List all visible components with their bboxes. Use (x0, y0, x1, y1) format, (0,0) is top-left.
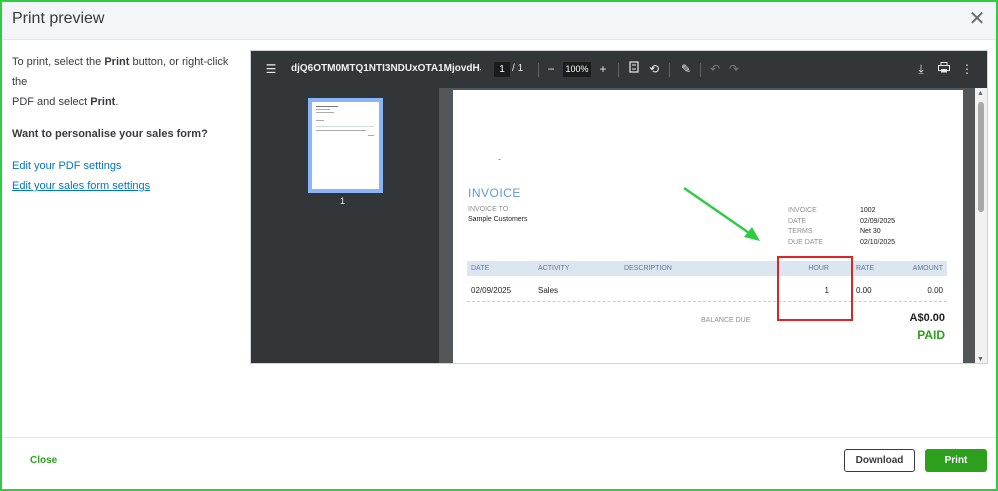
instruction-text: To print, select the (12, 56, 105, 68)
page-separator: / (512, 63, 515, 74)
scrollbar-thumb[interactable] (978, 102, 984, 212)
download-icon[interactable]: ⤓ (914, 61, 928, 77)
column-header-date: DATE (471, 265, 490, 272)
meta-row: DATE 02/09/2025 (788, 217, 895, 228)
rotate-icon[interactable]: ⟲ (647, 61, 661, 77)
pdf-filename: djQ6OTM0MTQ1NTI3NDUxOTA1MjovdHJhbn... (291, 63, 481, 74)
cell-rate: 0.00 (856, 286, 872, 295)
total-pages: 1 (517, 63, 524, 74)
print-icon[interactable] (936, 61, 952, 77)
column-header-activity: ACTIVITY (538, 265, 570, 272)
meta-label: INVOICE (788, 207, 817, 214)
dialog-footer: Close Download Print (0, 437, 998, 491)
meta-row: INVOICE 1002 (788, 206, 895, 217)
cell-amount: 0.00 (927, 286, 943, 295)
meta-label: TERMS (788, 228, 813, 235)
zoom-in-icon[interactable]: + (597, 61, 609, 77)
personalise-question: Want to personalise your sales form? (12, 128, 208, 140)
cell-activity: Sales (538, 286, 559, 295)
zoom-level-input[interactable]: 100% (563, 62, 591, 77)
print-button[interactable]: Print (925, 449, 987, 472)
invoice-meta: INVOICE 1002 DATE 02/09/2025 TERMS Net 30 D… (788, 206, 895, 248)
instruction-text: PDF and select (12, 96, 91, 108)
zoom-out-icon[interactable]: − (545, 61, 557, 77)
table-row: 02/09/2025 Sales 1 0.00 0.00 (467, 280, 947, 302)
scroll-down-icon[interactable]: ▼ (977, 356, 984, 363)
instruction-line-2: PDF and select Print. (12, 92, 237, 112)
dialog-title: Print preview (12, 10, 105, 27)
menu-icon[interactable]: ☰ (263, 61, 279, 77)
edit-pdf-settings-link[interactable]: Edit your PDF settings (12, 156, 237, 176)
dialog-header: Print preview ✕ (0, 0, 998, 40)
toolbar-divider (669, 63, 670, 77)
meta-label: DATE (788, 217, 807, 225)
instructions-panel: To print, select the Print button, or ri… (12, 52, 237, 196)
annotation-arrow-icon (683, 186, 760, 241)
cell-date: 02/09/2025 (471, 286, 512, 295)
toolbar-divider (700, 63, 701, 77)
document-scrollbar[interactable]: ▲ ▼ (975, 88, 987, 363)
thumbnail-pane: 1 (251, 88, 439, 363)
page-count: / 1 (512, 63, 523, 74)
toolbar-divider (618, 63, 619, 77)
edit-sales-form-settings-link[interactable]: Edit your sales form settings (12, 176, 237, 196)
meta-label: DUE DATE (788, 238, 823, 246)
fit-page-icon[interactable] (627, 61, 641, 77)
thumbnail-page-number: 1 (340, 196, 346, 206)
meta-value: 1002 (860, 207, 876, 214)
instruction-text: . (115, 96, 119, 108)
meta-row: TERMS Net 30 (788, 227, 895, 238)
toolbar-divider (538, 63, 539, 77)
instruction-line-1: To print, select the Print button, or ri… (12, 52, 237, 92)
close-icon[interactable]: ✕ (966, 8, 988, 30)
column-header-description: DESCRIPTION (624, 265, 672, 272)
scroll-up-icon[interactable]: ▲ (977, 90, 984, 97)
instruction-bold: Print (104, 56, 130, 68)
column-header-rate: RATE (856, 265, 875, 272)
invoice-to-label: INVOICE TO (468, 206, 509, 213)
hour-column-highlight (777, 256, 853, 321)
meta-value: Net 30 (860, 228, 881, 235)
invoice-title: INVOICE (468, 186, 521, 200)
balance-due-value: A$0.00 (909, 312, 945, 324)
page-thumbnail[interactable] (308, 98, 383, 193)
undo-icon[interactable]: ↶ (708, 61, 722, 77)
annotate-icon[interactable]: ✎ (679, 61, 693, 77)
instruction-bold: Print (90, 96, 116, 108)
pdf-viewer: ☰ djQ6OTM0MTQ1NTI3NDUxOTA1MjovdHJhbn... … (250, 50, 988, 364)
meta-value: 02/10/2025 (860, 238, 896, 246)
meta-value: 02/09/2025 (860, 217, 896, 225)
more-icon[interactable]: ⋮ (961, 61, 973, 77)
table-header: DATE ACTIVITY DESCRIPTION HOUR RATE AMOU… (467, 261, 947, 276)
paid-status: PAID (917, 328, 945, 342)
meta-row: DUE DATE 02/10/2025 (788, 238, 895, 249)
download-button[interactable]: Download (844, 449, 915, 472)
close-button[interactable]: Close (30, 455, 57, 466)
column-header-amount: AMOUNT (912, 265, 943, 272)
pdf-toolbar: ☰ djQ6OTM0MTQ1NTI3NDUxOTA1MjovdHJhbn... … (251, 51, 987, 88)
invoice-to-value: Sample Customers (468, 216, 528, 223)
balance-due-label: BALANCE DUE (701, 317, 751, 324)
invoice-dash: - (498, 154, 501, 164)
page-number-input[interactable]: 1 (494, 62, 510, 77)
redo-icon[interactable]: ↷ (727, 61, 741, 77)
